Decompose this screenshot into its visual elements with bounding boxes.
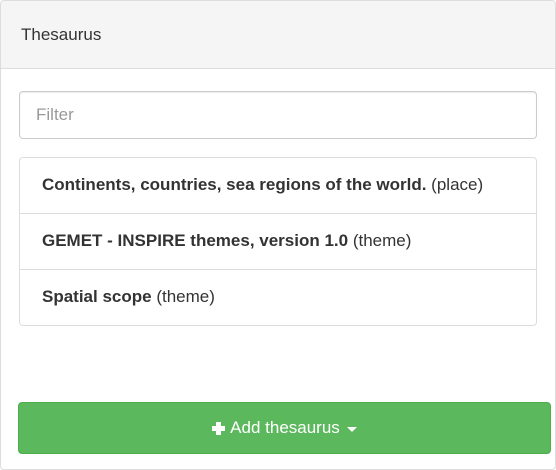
thesaurus-type: (theme)	[352, 231, 412, 250]
add-thesaurus-button[interactable]: Add thesaurus	[18, 402, 551, 454]
panel-heading: Thesaurus	[1, 1, 555, 69]
thesaurus-panel: Thesaurus Continents, countries, sea reg…	[0, 0, 556, 470]
thesaurus-name: GEMET - INSPIRE themes, version 1.0	[42, 231, 349, 250]
plus-icon	[212, 421, 226, 435]
panel-title: Thesaurus	[21, 24, 102, 44]
thesaurus-name: Continents, countries, sea regions of th…	[42, 175, 427, 194]
add-thesaurus-label: Add thesaurus	[230, 418, 340, 437]
list-item[interactable]: GEMET - INSPIRE themes, version 1.0 (the…	[20, 214, 536, 270]
thesaurus-name: Spatial scope	[42, 287, 152, 306]
list-item[interactable]: Continents, countries, sea regions of th…	[20, 158, 536, 214]
caret-down-icon	[346, 426, 357, 432]
list-item[interactable]: Spatial scope (theme)	[20, 270, 536, 325]
filter-input[interactable]	[19, 91, 537, 139]
panel-body: Continents, countries, sea regions of th…	[1, 69, 555, 326]
thesaurus-list: Continents, countries, sea regions of th…	[19, 157, 537, 326]
thesaurus-type: (theme)	[156, 287, 215, 306]
thesaurus-type: (place)	[431, 175, 484, 194]
